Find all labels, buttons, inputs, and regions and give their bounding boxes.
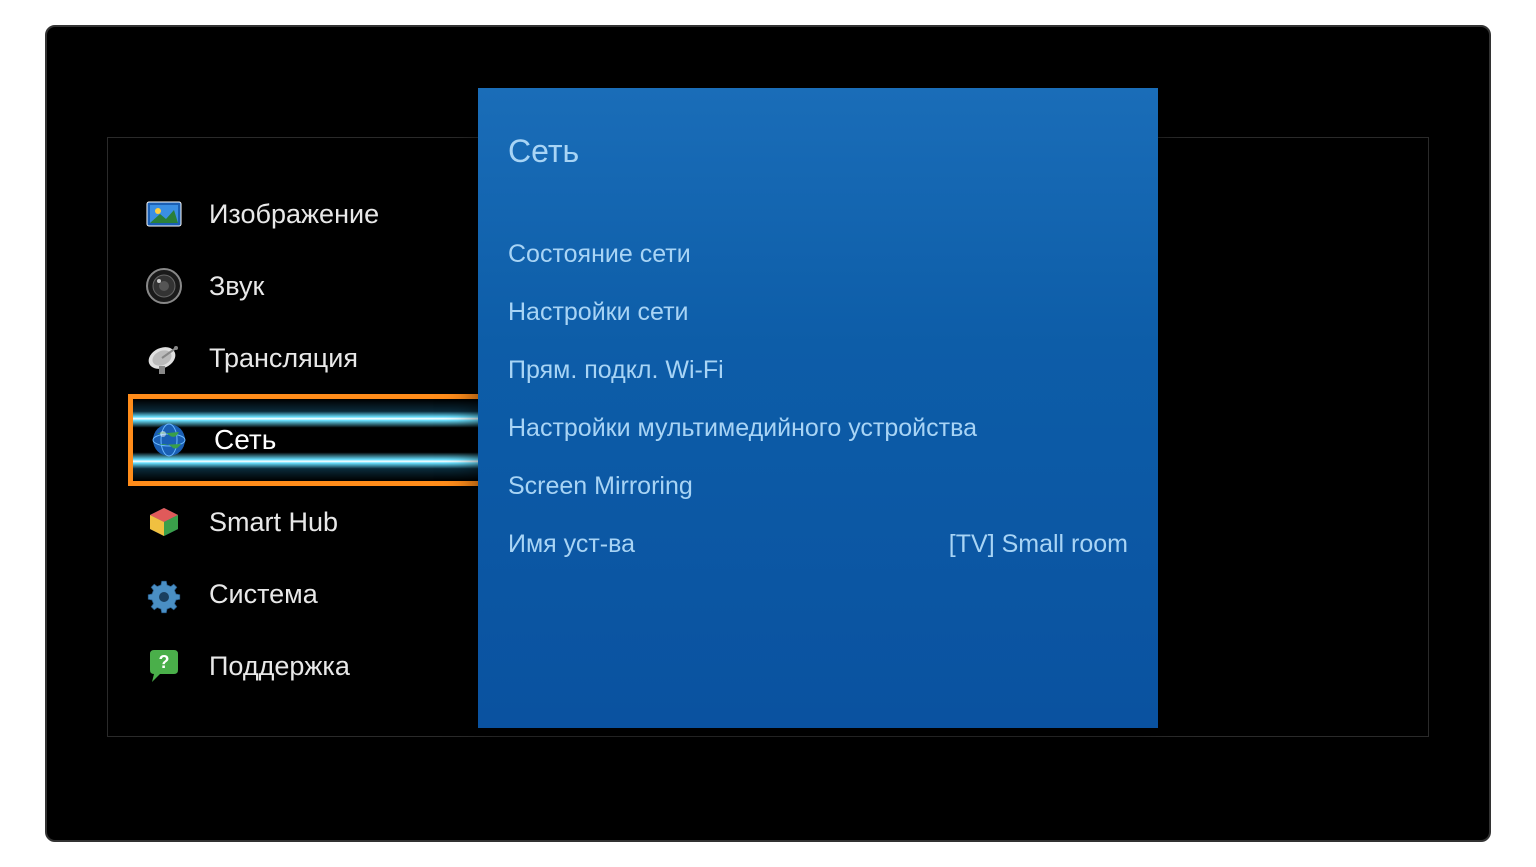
panel-item-label: Screen Mirroring	[508, 472, 693, 501]
sidebar-item-label: Поддержка	[209, 651, 350, 682]
panel-item-multimedia-device[interactable]: Настройки мультимедийного устройства	[508, 399, 1128, 457]
sidebar: Изображение Звук	[108, 138, 478, 736]
speech-bubble-icon: ?	[143, 645, 185, 687]
speaker-icon	[143, 265, 185, 307]
sidebar-item-label: Звук	[209, 271, 264, 302]
tv-frame: Изображение Звук	[45, 25, 1491, 842]
panel-item-label: Прям. подкл. Wi-Fi	[508, 356, 724, 385]
panel-item-screen-mirroring[interactable]: Screen Mirroring	[508, 457, 1128, 515]
picture-icon	[143, 193, 185, 235]
sidebar-item-label: Изображение	[209, 199, 379, 230]
sidebar-item-sound[interactable]: Звук	[133, 250, 478, 322]
gear-icon	[143, 573, 185, 615]
panel-item-device-name[interactable]: Имя уст-ва [TV] Small room	[508, 515, 1128, 573]
satellite-dish-icon	[143, 337, 185, 379]
panel-item-network-settings[interactable]: Настройки сети	[508, 283, 1128, 341]
panel-item-label: Настройки мультимедийного устройства	[508, 414, 977, 443]
sidebar-item-label: Smart Hub	[209, 507, 338, 538]
panel-item-label: Имя уст-ва	[508, 530, 635, 559]
sidebar-item-label: Трансляция	[209, 343, 358, 374]
panel-item-label: Состояние сети	[508, 240, 691, 269]
globe-icon	[148, 419, 190, 461]
panel-item-network-status[interactable]: Состояние сети	[508, 225, 1128, 283]
sidebar-item-picture[interactable]: Изображение	[133, 178, 478, 250]
sidebar-item-label: Система	[209, 579, 318, 610]
cube-icon	[143, 501, 185, 543]
panel-item-wifi-direct[interactable]: Прям. подкл. Wi-Fi	[508, 341, 1128, 399]
settings-container: Изображение Звук	[107, 137, 1429, 737]
svg-text:?: ?	[159, 652, 170, 672]
detail-panel: Сеть Состояние сети Настройки сети Прям.…	[478, 88, 1158, 728]
sidebar-item-smarthub[interactable]: Smart Hub	[133, 486, 478, 558]
panel-title: Сеть	[508, 133, 1128, 170]
sidebar-item-label: Сеть	[214, 424, 276, 456]
panel-item-label: Настройки сети	[508, 298, 689, 327]
sidebar-item-support[interactable]: ? Поддержка	[133, 630, 478, 702]
sidebar-item-system[interactable]: Система	[133, 558, 478, 630]
sidebar-item-network[interactable]: Сеть	[128, 394, 483, 486]
panel-item-value: [TV] Small room	[949, 530, 1128, 559]
sidebar-item-broadcast[interactable]: Трансляция	[133, 322, 478, 394]
